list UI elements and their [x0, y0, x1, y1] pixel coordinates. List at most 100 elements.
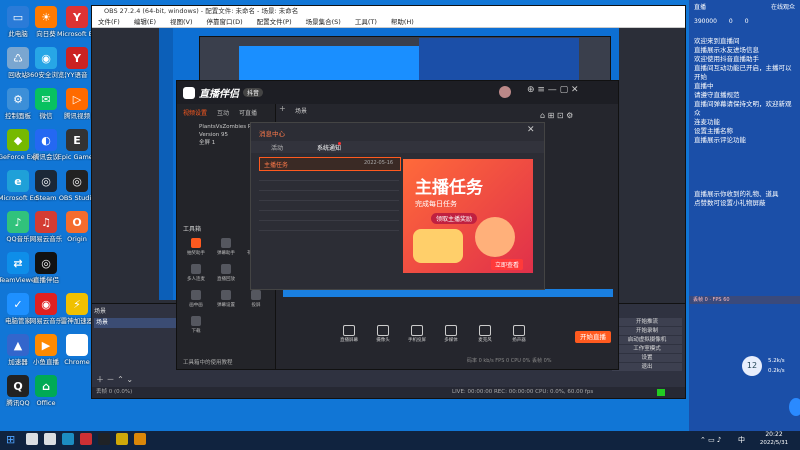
banner-character-icon — [475, 217, 515, 257]
app-tab[interactable]: 互动 — [217, 108, 229, 117]
message-item-date: 2022-05-16 — [364, 160, 394, 166]
start-live-button[interactable]: 开始直播 — [575, 331, 611, 343]
obs-control-button[interactable]: 开始录制 — [612, 327, 682, 335]
clock-date[interactable]: 2022/5/31 — [752, 440, 796, 446]
language-indicator[interactable]: 中 — [738, 435, 745, 445]
scene-item[interactable]: 场景 — [94, 318, 179, 328]
tray-icons[interactable]: ⌃ ▭ ♪ — [700, 436, 721, 444]
obs-menu-item[interactable]: 文件(F) — [98, 17, 120, 27]
tab-activity[interactable]: 活动 — [271, 143, 283, 152]
app-toolbar-icons[interactable]: ⌂ ⊞ ⊡ ⚙ — [540, 111, 573, 120]
app-logo-icon — [183, 86, 195, 99]
tool-item[interactable]: 多人连麦 — [181, 262, 211, 288]
taskbar-app-icon[interactable] — [134, 433, 146, 445]
help-icon[interactable] — [789, 398, 800, 416]
message-list-item[interactable]: 主播任务 2022-05-16 — [259, 157, 401, 171]
chat-line: 设置主播名称 — [694, 127, 733, 135]
desktop-icon-image: ◎ — [35, 252, 57, 274]
live-chat-panel: 直播 在线观众 390000 0 0 欢迎来到直播间 直播展示水友进场信息 欢迎使用… — [689, 0, 800, 431]
app-header: 直播伴侣 抖音 ⊕ ≡ — ▢ ✕ — [177, 81, 618, 104]
obs-menu-item[interactable]: 场景集合(S) — [306, 17, 341, 27]
bottom-tab[interactable]: 手机投屏 — [405, 325, 429, 343]
obs-title-text: OBS 27.2.4 (64-bit, windows) - 配置文件: 未命名… — [104, 7, 299, 15]
taskbar-app-icon[interactable] — [116, 433, 128, 445]
desktop-icon-image: ☀ — [35, 6, 57, 28]
bottom-tab[interactable]: 多媒体 — [439, 325, 463, 343]
app-tab[interactable]: 可直播 — [239, 108, 257, 117]
chat-line: 直播中 — [694, 82, 714, 90]
tool-label: 抽奖助手 — [187, 251, 205, 256]
bottom-tab[interactable]: 直播屏幕 — [337, 325, 361, 343]
window-controls[interactable]: ⊕ ≡ — ▢ ✕ — [527, 85, 579, 95]
taskbar-app-icon[interactable] — [26, 433, 38, 445]
start-icon[interactable]: ⊞ — [6, 434, 18, 446]
message-item-title: 主播任务 — [264, 162, 289, 169]
obs-control-button[interactable]: 设置 — [612, 354, 682, 362]
tool-icon — [221, 238, 231, 248]
taskbar-app-icon[interactable] — [44, 433, 56, 445]
task-banner[interactable]: 主播任务 完成每日任务 领取主播奖励 立即查看 — [403, 159, 533, 273]
tool-item[interactable]: 抽奖助手 — [181, 236, 211, 262]
taskbar-app-icon[interactable] — [80, 433, 92, 445]
nested-desktop-icons — [159, 28, 173, 300]
tools-title: 工具箱 — [183, 226, 202, 233]
tool-icon — [191, 264, 201, 274]
bottom-tab-icon — [445, 325, 457, 336]
obs-menu-item[interactable]: 停靠窗口(D) — [207, 17, 243, 27]
tool-label: 投屏 — [251, 303, 261, 308]
bottom-tab-label: 扬声器 — [512, 338, 526, 343]
tool-item[interactable]: 弹幕助手 — [211, 236, 241, 262]
bottom-tab[interactable]: 摄像头 — [371, 325, 395, 343]
obs-menu-item[interactable]: 视图(V) — [170, 17, 193, 27]
close-icon[interactable]: ✕ — [527, 125, 535, 135]
tool-item[interactable]: 画中画 — [181, 288, 211, 314]
panel-stats-bar: 丢帧 0 · FPS 60 — [689, 296, 800, 304]
obs-control-button[interactable]: 工作室模式 — [612, 345, 682, 353]
add-scene-button[interactable]: + — [279, 104, 286, 113]
avatar[interactable] — [499, 86, 511, 98]
desktop-icon-image: ✉ — [35, 88, 57, 110]
banner-view-button[interactable]: 立即查看 — [491, 259, 524, 270]
desktop-icon-image: △ — [66, 334, 88, 356]
desktop-icon-label: 直播伴侣 — [33, 276, 59, 284]
scene-add-icon[interactable]: ＋ － ⌃ ⌄ — [96, 374, 133, 385]
speed-circle: 12 — [742, 356, 762, 376]
obs-menu-item[interactable]: 帮助(H) — [391, 17, 414, 27]
tool-label: 弹幕助手 — [217, 251, 235, 256]
desktop-icon-label: Office — [36, 399, 56, 407]
obs-control-button[interactable]: 开始推流 — [612, 318, 682, 326]
app-platform-badge[interactable]: 抖音 — [243, 88, 264, 97]
panel-header-right[interactable]: 在线观众 — [771, 2, 795, 14]
scene-tab[interactable]: 场景 — [295, 106, 307, 115]
taskbar: ⊞ ⌃ ▭ ♪ 中 20:22 2022/5/31 — [0, 431, 800, 450]
desktop-icon-image: Y — [66, 6, 88, 28]
chat-line: 直播间互动功能已开启，主播可以开始 — [694, 64, 792, 81]
taskbar-app-icon[interactable] — [62, 433, 74, 445]
taskbar-app-icon[interactable] — [98, 433, 110, 445]
desktop-icon[interactable]: ⌂ Office — [26, 375, 66, 407]
desktop-icon-image: ▶ — [35, 334, 57, 356]
tool-item[interactable]: 投屏 — [241, 288, 271, 314]
obs-menu-item[interactable]: 配置文件(P) — [257, 17, 292, 27]
obs-menu-item[interactable]: 编辑(E) — [134, 17, 156, 27]
app-tabs: 视频设置 互动 可直播 — [177, 104, 275, 121]
panel-header: 直播 在线观众 — [689, 0, 800, 16]
tools-notice[interactable]: 工具箱中的使用教程 — [183, 358, 233, 366]
bottom-tab-icon — [411, 325, 423, 336]
app-logo-text: 直播伴侣 — [199, 89, 239, 100]
obs-control-button[interactable]: 启动虚拟摄像机 — [612, 336, 682, 344]
clock-time[interactable]: 20:22 — [755, 431, 793, 438]
scenes-dock: 场景 场景 ＋ － ⌃ ⌄ — [94, 306, 179, 384]
app-tab[interactable]: 视频设置 — [183, 108, 207, 117]
obs-menu-item[interactable]: 工具(T) — [355, 17, 377, 27]
message-center-dialog: 消息中心 ✕ 活动 系统通知 主播任务 2022-05-16 主播任务 完成每日… — [250, 122, 545, 290]
tool-icon — [191, 290, 201, 300]
obs-control-button[interactable]: 退出 — [612, 363, 682, 371]
tool-item[interactable]: 直播回放 — [211, 262, 241, 288]
bottom-tab[interactable]: 扬声器 — [507, 325, 531, 343]
chat-line: 欢迎来到直播间 — [694, 37, 740, 45]
tool-label: 直播回放 — [217, 277, 235, 282]
bottom-tab[interactable]: 麦克风 — [473, 325, 497, 343]
tool-item[interactable]: 弹幕设置 — [211, 288, 241, 314]
tool-item[interactable]: 下载 — [181, 314, 211, 340]
